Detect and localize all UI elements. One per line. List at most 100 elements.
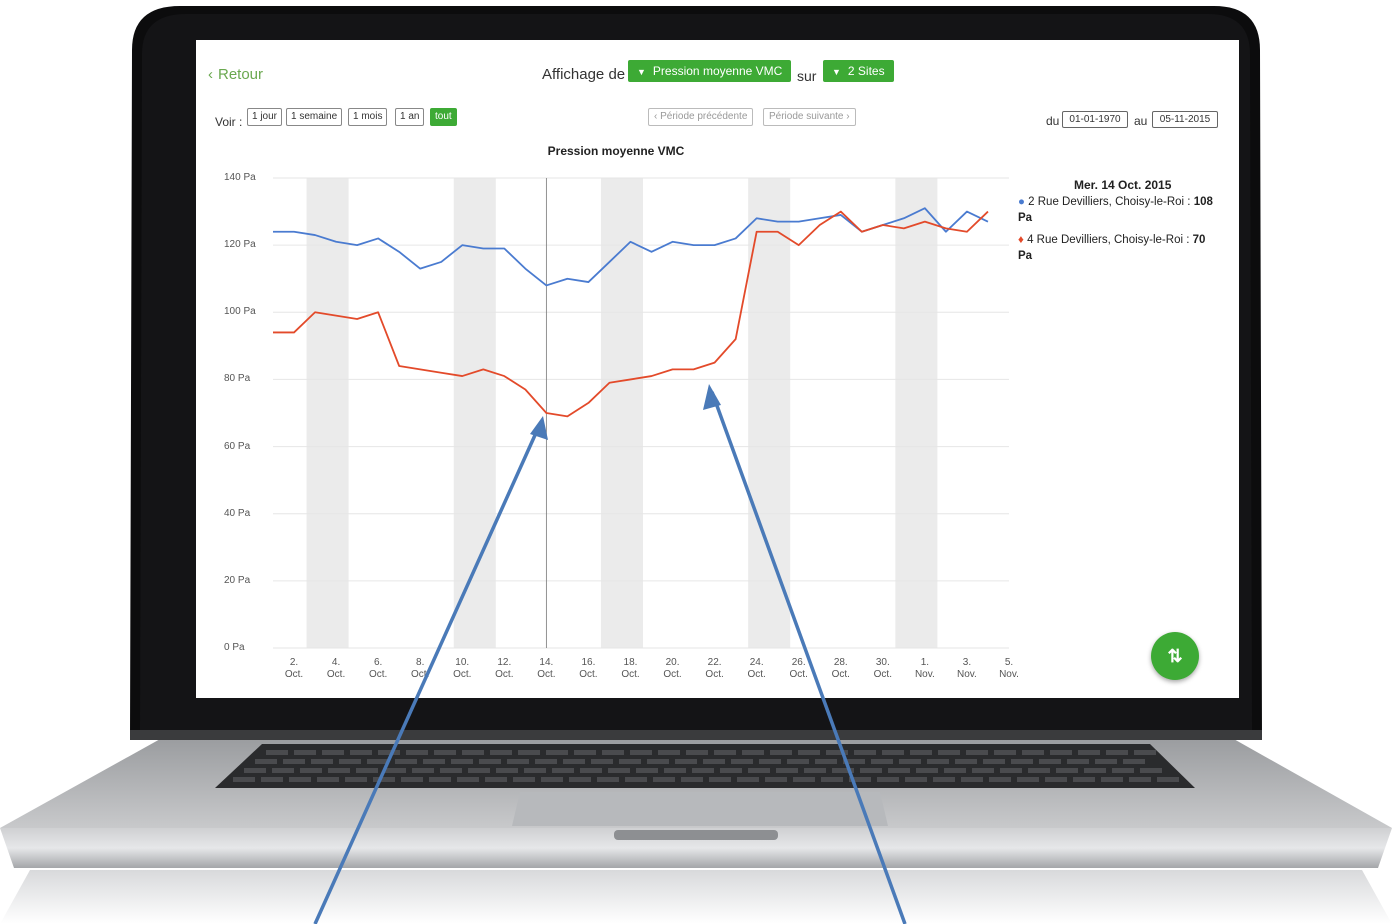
- x-tick-label: 30. Oct.: [873, 657, 892, 680]
- keyboard-key: [720, 768, 742, 773]
- keyboard-key: [345, 777, 367, 782]
- keyboard-key: [597, 777, 619, 782]
- keyboard-key: [938, 750, 960, 755]
- circle-marker-icon: ●: [1018, 196, 1025, 208]
- keyboard-key: [457, 777, 479, 782]
- x-tick-label: 3. Nov.: [957, 657, 977, 680]
- keyboard-key: [770, 750, 792, 755]
- keyboard-key: [815, 759, 837, 764]
- y-tick-label: 20 Pa: [224, 574, 251, 586]
- keyboard-key: [776, 768, 798, 773]
- keyboard-key: [899, 759, 921, 764]
- keyboard-key: [1106, 750, 1128, 755]
- keyboard-key: [675, 759, 697, 764]
- keyboard-key: [591, 759, 613, 764]
- x-tick-label: 1. Nov.: [914, 657, 935, 680]
- keyboard-key: [916, 768, 938, 773]
- x-tick-label: 20. Oct.: [663, 657, 682, 680]
- keyboard-key: [378, 750, 400, 755]
- tooltip-series-2: ♦ 4 Rue Devilliers, Choisy-le-Roi : 70 P…: [1018, 234, 1206, 262]
- keyboard-key: [933, 777, 955, 782]
- keyboard-key: [485, 777, 507, 782]
- x-tick-label: 22. Oct.: [705, 657, 724, 680]
- weekend-band: [600, 178, 643, 648]
- keyboard-key: [294, 750, 316, 755]
- x-tick-label: 8. Oct.: [411, 657, 430, 680]
- x-tick-label: 10. Oct.: [453, 657, 472, 680]
- keyboard-key: [955, 759, 977, 764]
- keyboard-key: [283, 759, 305, 764]
- keyboard-key: [373, 777, 395, 782]
- tooltip-date: Mer. 14 Oct. 2015: [1074, 178, 1172, 192]
- x-tick-label: 12. Oct.: [495, 657, 514, 680]
- keyboard-key: [233, 777, 255, 782]
- keyboard-key: [322, 750, 344, 755]
- laptop-notch: [614, 830, 778, 840]
- keyboard-key: [266, 750, 288, 755]
- y-tick-label: 80 Pa: [224, 373, 251, 385]
- keyboard-key: [759, 759, 781, 764]
- keyboard-key: [983, 759, 1005, 764]
- keyboard-key: [821, 777, 843, 782]
- keyboard-key: [1101, 777, 1123, 782]
- keyboard-key: [658, 750, 680, 755]
- y-tick-label: 100 Pa: [224, 306, 256, 318]
- y-tick-label: 40 Pa: [224, 507, 251, 519]
- keyboard-key: [871, 759, 893, 764]
- keyboard-key: [608, 768, 630, 773]
- x-tick-label: 14. Oct.: [537, 657, 556, 680]
- keyboard-key: [339, 759, 361, 764]
- keyboard-key: [401, 777, 423, 782]
- keyboard-key: [793, 777, 815, 782]
- keyboard-key: [798, 750, 820, 755]
- line-chart: [273, 177, 1009, 649]
- keyboard-key: [1095, 759, 1117, 764]
- keyboard-key: [311, 759, 333, 764]
- keyboard-key: [356, 768, 378, 773]
- keyboard-key: [1134, 750, 1156, 755]
- keyboard-key: [1039, 759, 1061, 764]
- keyboard-key: [882, 750, 904, 755]
- trackpad: [512, 792, 888, 826]
- keyboard-key: [686, 750, 708, 755]
- keyboard-key: [552, 768, 574, 773]
- keyboard-key: [395, 759, 417, 764]
- keyboard-key: [742, 750, 764, 755]
- keyboard-key: [496, 768, 518, 773]
- keyboard-key: [647, 759, 669, 764]
- keyboard-key: [574, 750, 596, 755]
- keyboard-key: [479, 759, 501, 764]
- keyboard-key: [406, 750, 428, 755]
- keyboard-key: [972, 768, 994, 773]
- keyboard-key: [1078, 750, 1100, 755]
- keyboard-key: [804, 768, 826, 773]
- weekend-band: [306, 178, 349, 648]
- sort-toggle-button[interactable]: ⇅: [1151, 632, 1199, 680]
- keyboard-key: [989, 777, 1011, 782]
- y-tick-label: 120 Pa: [224, 239, 256, 251]
- y-tick-label: 140 Pa: [224, 172, 256, 183]
- keyboard-key: [1056, 768, 1078, 773]
- keyboard-key: [1073, 777, 1095, 782]
- keyboard-key: [1084, 768, 1106, 773]
- keyboard-key: [546, 750, 568, 755]
- diamond-marker-icon: ♦: [1018, 234, 1024, 246]
- keyboard-key: [748, 768, 770, 773]
- keyboard-key: [849, 777, 871, 782]
- keyboard-key: [1123, 759, 1145, 764]
- weekend-band: [895, 178, 938, 648]
- y-tick-label: 60 Pa: [224, 440, 251, 452]
- keyboard-key: [580, 768, 602, 773]
- keyboard-key: [602, 750, 624, 755]
- keyboard-key: [664, 768, 686, 773]
- keyboard-key: [434, 750, 456, 755]
- keyboard-key: [513, 777, 535, 782]
- keyboard-key: [289, 777, 311, 782]
- keyboard-key: [681, 777, 703, 782]
- keyboard-key: [569, 777, 591, 782]
- hinge: [130, 730, 1262, 740]
- x-tick-label: 24. Oct.: [747, 657, 766, 680]
- keyboard-key: [854, 750, 876, 755]
- keyboard-key: [1067, 759, 1089, 764]
- keyboard-key: [630, 750, 652, 755]
